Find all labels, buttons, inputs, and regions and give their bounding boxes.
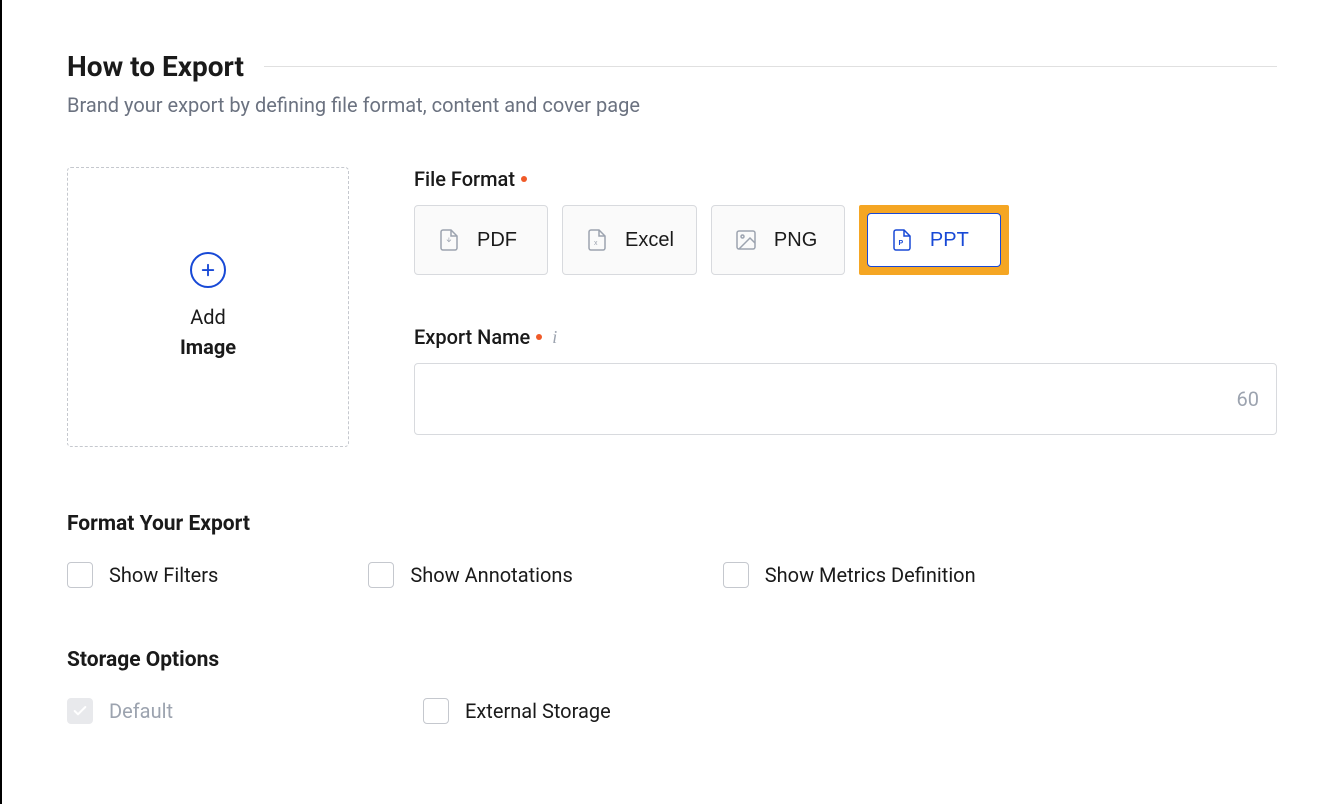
format-option-ppt[interactable]: P PPT [867, 213, 1001, 267]
storage-section-heading: Storage Options [67, 648, 1277, 672]
format-option-pdf-label: PDF [477, 229, 517, 252]
export-name-input[interactable] [414, 363, 1277, 435]
excel-file-icon: x [585, 228, 609, 252]
required-indicator-icon [521, 176, 527, 182]
export-name-char-counter: 60 [1237, 387, 1259, 411]
add-image-label: Add Image [180, 302, 236, 362]
export-name-label: Export Name [414, 325, 530, 349]
format-option-excel-label: Excel [625, 229, 674, 252]
ppt-highlight: P PPT [859, 205, 1009, 275]
format-section-heading: Format Your Export [67, 512, 1277, 536]
file-format-label: File Format [414, 167, 515, 191]
format-option-pdf[interactable]: PDF [414, 205, 548, 275]
format-option-ppt-label: PPT [930, 229, 969, 252]
page-subtitle: Brand your export by defining file forma… [67, 93, 1277, 117]
image-file-icon [734, 228, 758, 252]
checkbox-unchecked-icon [723, 562, 749, 588]
format-option-excel[interactable]: x Excel [562, 205, 697, 275]
add-circle-icon [190, 252, 226, 288]
svg-text:x: x [594, 240, 598, 247]
show-filters-label: Show Filters [109, 563, 218, 587]
show-filters-checkbox[interactable]: Show Filters [67, 562, 218, 588]
svg-text:P: P [898, 240, 903, 247]
required-indicator-icon [536, 334, 542, 340]
storage-external-checkbox[interactable]: External Storage [423, 698, 611, 724]
show-metrics-definition-checkbox[interactable]: Show Metrics Definition [723, 562, 976, 588]
ppt-file-icon: P [890, 228, 914, 252]
show-metrics-definition-label: Show Metrics Definition [765, 563, 976, 587]
checkbox-checked-disabled-icon [67, 698, 93, 724]
header-divider [264, 66, 1277, 67]
info-icon[interactable]: i [552, 327, 557, 348]
checkbox-unchecked-icon [67, 562, 93, 588]
page-title: How to Export [67, 50, 244, 83]
format-option-png[interactable]: PNG [711, 205, 845, 275]
storage-external-label: External Storage [465, 699, 611, 723]
checkbox-unchecked-icon [368, 562, 394, 588]
format-option-png-label: PNG [774, 229, 817, 252]
show-annotations-label: Show Annotations [410, 563, 572, 587]
add-image-dropzone[interactable]: Add Image [67, 167, 349, 447]
show-annotations-checkbox[interactable]: Show Annotations [368, 562, 572, 588]
pdf-file-icon [437, 228, 461, 252]
storage-default-checkbox: Default [67, 698, 173, 724]
storage-default-label: Default [109, 699, 173, 723]
checkbox-unchecked-icon [423, 698, 449, 724]
